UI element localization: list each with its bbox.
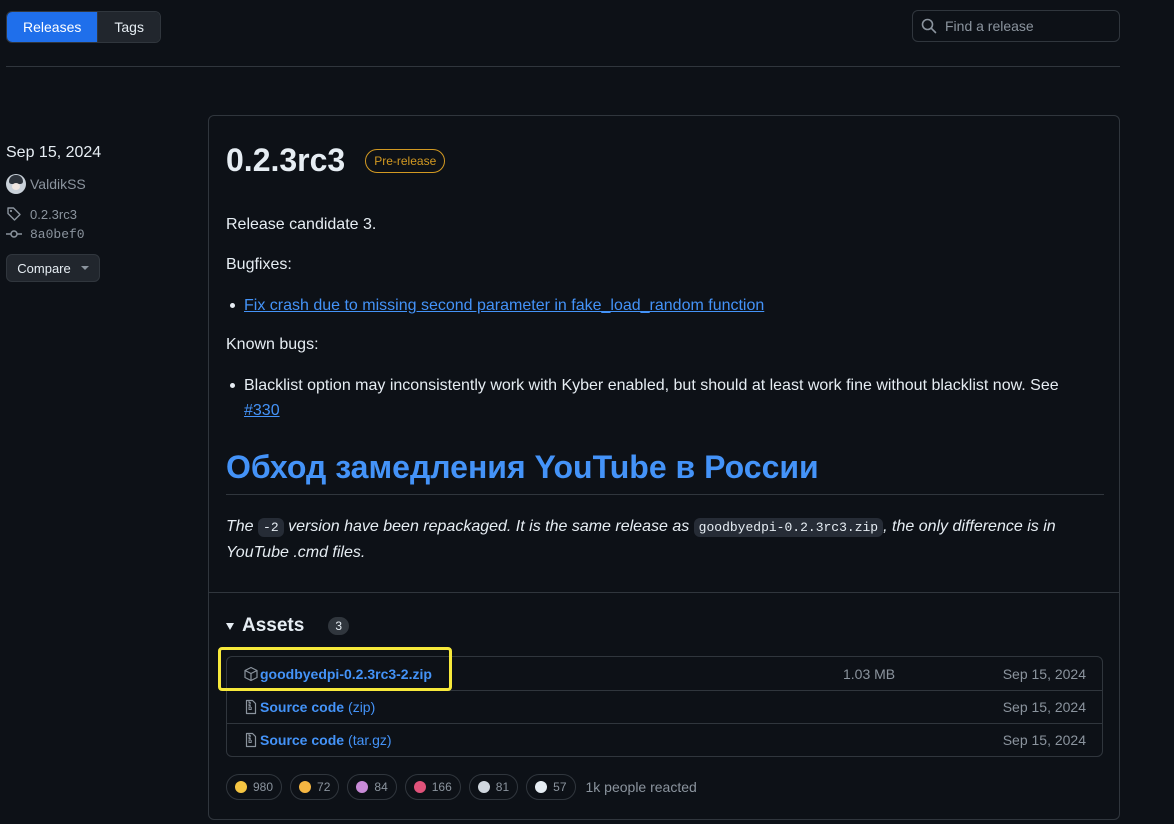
tag-icon: [7, 207, 21, 221]
thumbs-up-icon: [235, 781, 247, 793]
asset-date: Sep 15, 2024: [1002, 665, 1086, 682]
release-card: 0.2.3rc3 Pre-release Release candidate 3…: [208, 115, 1120, 820]
reaction-heart[interactable]: 166: [404, 774, 461, 800]
triangle-down-icon: [226, 622, 234, 630]
section-heading: Обход замедления YouTube в России: [226, 449, 1104, 495]
release-header: 0.2.3rc3 Pre-release: [226, 142, 446, 179]
tag-label[interactable]: 0.2.3rc3: [30, 207, 77, 222]
bugfix-item: Fix crash due to missing second paramete…: [230, 293, 1094, 318]
chevron-down-icon: [80, 266, 89, 270]
asset-date: Sep 15, 2024: [1002, 732, 1086, 748]
reaction-count: 72: [317, 780, 331, 794]
compare-button[interactable]: Compare: [6, 254, 100, 282]
reaction-thumbs-up[interactable]: 980: [226, 774, 283, 800]
asset-size: 1.03 MB: [843, 665, 896, 682]
known-bug-item: Blacklist option may inconsistently work…: [230, 373, 1094, 423]
file-zip-icon: [245, 699, 257, 715]
assets-divider: [209, 592, 1119, 593]
release-tag[interactable]: 0.2.3rc3: [6, 206, 196, 222]
reaction-hooray[interactable]: 84: [347, 774, 397, 800]
bugfixes-heading: Bugfixes:: [226, 256, 292, 273]
reactions-summary[interactable]: 1k people reacted: [586, 779, 697, 795]
bugfix-link[interactable]: Fix crash due to missing second paramete…: [244, 297, 764, 314]
avatar[interactable]: [6, 174, 26, 194]
reaction-count: 980: [253, 780, 274, 794]
note-middle: version have been repackaged. It is the …: [288, 518, 690, 535]
commit-icon: [6, 230, 22, 238]
rocket-icon: [477, 781, 490, 793]
compare-label: Compare: [17, 260, 71, 276]
release-sidebar: Sep 15, 2024 ValdikSS 0.2.3rc3 8a0bef0 C…: [6, 144, 196, 282]
release-intro: Release candidate 3.: [226, 216, 377, 233]
known-bugs-heading: Known bugs:: [226, 336, 319, 353]
reactions-bar: 980 72 84 166 81 57 1k people reacted: [226, 774, 697, 800]
asset-link[interactable]: goodbyedpi-0.2.3rc3-2.zip: [260, 666, 432, 682]
known-bug-text: Blacklist option may inconsistently work…: [244, 377, 1059, 394]
file-zip-icon: [245, 732, 257, 748]
tab-tags[interactable]: Tags: [97, 12, 160, 42]
divider: [6, 66, 1120, 67]
search-input[interactable]: [945, 18, 1105, 34]
tab-releases[interactable]: Releases: [7, 12, 98, 42]
asset-link[interactable]: Source code: [260, 732, 344, 748]
release-title[interactable]: 0.2.3rc3: [226, 142, 345, 179]
reaction-laugh[interactable]: 72: [290, 774, 340, 800]
eyes-icon: [535, 781, 548, 793]
asset-list: goodbyedpi-0.2.3rc3-2.zip 1.03 MB Sep 15…: [226, 656, 1103, 757]
asset-row[interactable]: Source code (tar.gz) Sep 15, 2024: [227, 723, 1102, 756]
reaction-eyes[interactable]: 57: [526, 774, 576, 800]
release-commit[interactable]: 8a0bef0: [6, 226, 196, 242]
asset-row[interactable]: Source code (zip) Sep 15, 2024: [227, 690, 1102, 723]
reaction-count: 166: [431, 780, 452, 794]
note-code-filename: goodbyedpi-0.2.3rc3.zip: [693, 518, 884, 537]
assets-count: 3: [328, 617, 350, 635]
note-code-suffix: -2: [258, 518, 284, 537]
reaction-rocket[interactable]: 81: [468, 774, 519, 800]
reaction-count: 57: [553, 780, 567, 794]
heart-icon: [413, 781, 426, 793]
asset-link[interactable]: Source code: [260, 699, 344, 715]
assets-heading[interactable]: Assets: [242, 615, 304, 637]
commit-hash[interactable]: 8a0bef0: [30, 227, 85, 242]
search-icon: [921, 18, 937, 34]
author-name[interactable]: ValdikSS: [30, 176, 86, 192]
release-date: Sep 15, 2024: [6, 144, 102, 161]
repack-note: The -2 version have been repackaged. It …: [226, 514, 1104, 565]
asset-format[interactable]: (tar.gz): [348, 732, 392, 748]
asset-date: Sep 15, 2024: [1002, 699, 1086, 715]
reaction-count: 81: [495, 780, 510, 794]
note-prefix: The: [226, 518, 254, 535]
issue-link[interactable]: #330: [244, 402, 280, 419]
assets-toggle[interactable]: Assets 3: [226, 615, 350, 637]
prerelease-badge: Pre-release: [365, 148, 446, 173]
laugh-icon: [299, 781, 312, 793]
release-search[interactable]: [912, 10, 1120, 42]
package-icon: [244, 666, 258, 681]
asset-format[interactable]: (zip): [348, 699, 375, 715]
hooray-icon: [356, 781, 369, 793]
release-tabs: Releases Tags: [6, 11, 161, 43]
release-author[interactable]: ValdikSS: [6, 174, 196, 194]
asset-row[interactable]: goodbyedpi-0.2.3rc3-2.zip 1.03 MB Sep 15…: [227, 657, 1102, 690]
reaction-count: 84: [374, 780, 388, 794]
